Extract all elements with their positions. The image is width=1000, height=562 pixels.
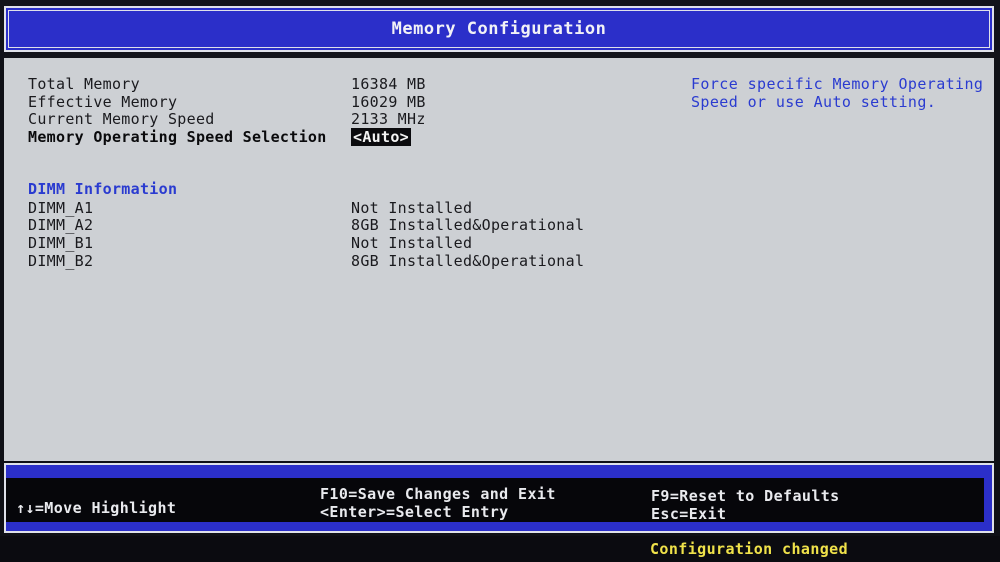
dimm-b1-row: DIMM_B1 Not Installed (28, 234, 668, 252)
dimm-b2-label: DIMM_B2 (28, 252, 94, 270)
main-panel: Total Memory 16384 MB Effective Memory 1… (4, 58, 994, 461)
dimm-b2-row: DIMM_B2 8GB Installed&Operational (28, 252, 668, 270)
effective-memory-value: 16029 MB (351, 93, 426, 111)
dimm-a2-label: DIMM_A2 (28, 216, 94, 234)
dimm-b2-value: 8GB Installed&Operational (351, 252, 585, 270)
exit-hint: Esc=Exit (651, 505, 727, 523)
reset-defaults-hint: F9=Reset to Defaults (651, 487, 840, 505)
dimm-b1-label: DIMM_B1 (28, 234, 94, 252)
effective-memory-row: Effective Memory 16029 MB (28, 93, 668, 111)
memory-speed-selection-label: Memory Operating Speed Selection (28, 128, 327, 146)
page-title: Memory Configuration (391, 19, 607, 39)
dimm-information-heading: DIMM Information (28, 180, 178, 198)
memory-speed-selection-value[interactable]: <Auto> (351, 128, 411, 146)
dimm-a1-row: DIMM_A1 Not Installed (28, 199, 668, 217)
dimm-a2-value: 8GB Installed&Operational (351, 216, 585, 234)
status-bar (0, 536, 1000, 562)
dimm-b1-value: Not Installed (351, 234, 473, 252)
current-memory-speed-label: Current Memory Speed (28, 110, 215, 128)
select-entry-hint: <Enter>=Select Entry (320, 503, 509, 521)
total-memory-value: 16384 MB (351, 75, 426, 93)
total-memory-label: Total Memory (28, 75, 140, 93)
current-memory-speed-row: Current Memory Speed 2133 MHz (28, 110, 668, 128)
help-text: Force specific Memory Operating Speed or… (691, 75, 984, 111)
title-bar: Memory Configuration (4, 6, 994, 52)
help-pane: Force specific Memory Operating Speed or… (684, 58, 994, 461)
effective-memory-label: Effective Memory (28, 93, 178, 111)
memory-speed-selection-row[interactable]: Memory Operating Speed Selection <Auto> (28, 128, 668, 146)
status-message: Configuration changed (650, 540, 849, 558)
save-exit-hint: F10=Save Changes and Exit (320, 485, 556, 503)
current-memory-speed-value: 2133 MHz (351, 110, 426, 128)
settings-pane: Total Memory 16384 MB Effective Memory 1… (4, 58, 684, 461)
move-highlight-hint: ↑↓=Move Highlight (16, 499, 177, 517)
dimm-a2-row: DIMM_A2 8GB Installed&Operational (28, 216, 668, 234)
dimm-a1-label: DIMM_A1 (28, 199, 94, 217)
dimm-a1-value: Not Installed (351, 199, 473, 217)
total-memory-row: Total Memory 16384 MB (28, 75, 668, 93)
